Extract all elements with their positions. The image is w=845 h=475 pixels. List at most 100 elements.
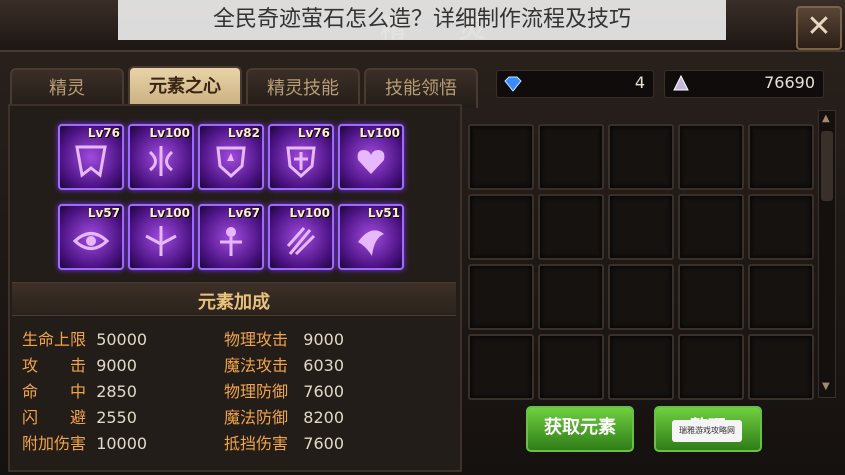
stat-key: 抵挡伤害 xyxy=(224,434,289,453)
crystal-icon xyxy=(673,74,689,91)
element-level: Lv57 xyxy=(87,206,120,220)
tab-skill-insight[interactable]: 技能领悟 xyxy=(364,68,478,108)
stat-row: 魔法攻击 6030 xyxy=(224,352,344,376)
element-level: Lv100 xyxy=(359,126,400,140)
inventory-grid xyxy=(462,108,822,400)
stat-value: 10000 xyxy=(96,434,148,453)
stat-row: 攻 击 9000 xyxy=(22,352,137,376)
overlay-caption: 全民奇迹萤石怎么造？详细制作流程及技巧 xyxy=(118,0,726,40)
stat-row: 魔法防御 8200 xyxy=(224,404,344,428)
heart-icon xyxy=(357,150,385,174)
watermark-logo: 瑞雅游戏攻略网 xyxy=(672,420,742,442)
get-elements-button[interactable]: 获取元素 xyxy=(526,406,634,452)
diamond-counter: 4 xyxy=(496,70,654,98)
eye-icon xyxy=(72,232,110,250)
inventory-slot[interactable] xyxy=(748,124,814,190)
inventory-slot[interactable] xyxy=(608,334,674,400)
element-level: Lv76 xyxy=(87,126,120,140)
element-level: Lv51 xyxy=(367,206,400,220)
stat-row: 生命上限 50000 xyxy=(22,326,147,350)
winged-sword-icon xyxy=(145,226,177,256)
stat-value: 6030 xyxy=(303,356,344,375)
element-slot[interactable]: Lv82 xyxy=(198,124,264,190)
inventory-slot[interactable] xyxy=(468,264,534,330)
element-slot[interactable]: Lv100 xyxy=(128,124,194,190)
inventory-slot[interactable] xyxy=(678,124,744,190)
stat-key: 攻 击 xyxy=(22,356,87,375)
stat-row: 命 中 2850 xyxy=(22,378,137,402)
scroll-up-icon[interactable]: ▲ xyxy=(822,113,832,124)
element-slot[interactable]: Lv76 xyxy=(268,124,334,190)
stat-value: 8200 xyxy=(303,408,344,427)
inventory-slot[interactable] xyxy=(468,194,534,260)
stat-value: 2850 xyxy=(96,382,137,401)
element-slot[interactable]: Lv51 xyxy=(338,204,404,270)
stat-value: 7600 xyxy=(303,382,344,401)
element-bonus-header: 元素加成 xyxy=(12,282,456,316)
scroll-down-icon[interactable]: ▼ xyxy=(822,381,832,392)
element-level: Lv100 xyxy=(149,206,190,220)
inventory-slot[interactable] xyxy=(748,264,814,330)
inventory-slot[interactable] xyxy=(468,124,534,190)
stat-row: 抵挡伤害 7600 xyxy=(224,430,344,454)
stat-key: 魔法攻击 xyxy=(224,356,289,375)
inventory-slot[interactable] xyxy=(748,334,814,400)
inventory-slot[interactable] xyxy=(538,334,604,400)
stat-key: 闪 避 xyxy=(22,408,87,427)
cross-shield-icon xyxy=(286,146,316,179)
tab-spirit-skill[interactable]: 精灵技能 xyxy=(246,68,360,108)
inventory-scrollbar[interactable]: ▲ ▼ xyxy=(818,110,836,398)
axe-icon xyxy=(148,146,174,176)
element-level: Lv100 xyxy=(149,126,190,140)
stat-key: 物理攻击 xyxy=(224,330,289,349)
mantle-icon xyxy=(75,145,107,178)
stat-value: 9000 xyxy=(303,330,344,349)
claw-icon xyxy=(286,227,316,256)
element-slot[interactable]: Lv100 xyxy=(338,124,404,190)
element-level: Lv100 xyxy=(289,206,330,220)
game-window: 精 灵 全民奇迹萤石怎么造？详细制作流程及技巧 ✕ 精灵 元素之心 精灵技能 技… xyxy=(0,0,845,475)
stat-key: 生命上限 xyxy=(22,330,87,349)
inventory-slot[interactable] xyxy=(468,334,534,400)
element-level: Lv67 xyxy=(227,206,260,220)
inventory-slot[interactable] xyxy=(678,334,744,400)
stat-row: 附加伤害 10000 xyxy=(22,430,147,454)
crystal-value: 76690 xyxy=(764,73,815,92)
element-slot[interactable]: Lv76 xyxy=(58,124,124,190)
stat-value: 9000 xyxy=(96,356,137,375)
stat-key: 附加伤害 xyxy=(22,434,87,453)
inventory-slot[interactable] xyxy=(538,124,604,190)
element-level: Lv82 xyxy=(227,126,260,140)
crystal-counter: 76690 xyxy=(664,70,824,98)
stat-key: 魔法防御 xyxy=(224,408,289,427)
stat-row: 闪 避 2550 xyxy=(22,404,137,428)
tab-spirit[interactable]: 精灵 xyxy=(10,68,124,108)
inventory-slot[interactable] xyxy=(608,264,674,330)
inventory-slot[interactable] xyxy=(608,124,674,190)
inventory-slot[interactable] xyxy=(608,194,674,260)
close-button[interactable]: ✕ xyxy=(796,6,842,50)
stat-key: 命 中 xyxy=(22,382,87,401)
inventory-slot[interactable] xyxy=(538,194,604,260)
section-title: 元素加成 xyxy=(198,292,270,313)
element-slot[interactable]: Lv100 xyxy=(128,204,194,270)
element-level: Lv76 xyxy=(297,126,330,140)
inventory-slot[interactable] xyxy=(678,194,744,260)
diamond-icon xyxy=(504,76,522,92)
stat-row: 物理防御 7600 xyxy=(224,378,344,402)
diamond-value: 4 xyxy=(634,73,645,92)
stat-row: 物理攻击 9000 xyxy=(224,326,344,350)
wing-icon xyxy=(358,230,384,256)
star-shield-icon xyxy=(216,146,246,179)
inventory-slot[interactable] xyxy=(538,264,604,330)
scepter-icon xyxy=(220,227,242,256)
element-slot[interactable]: Lv67 xyxy=(198,204,264,270)
element-slot[interactable]: Lv100 xyxy=(268,204,334,270)
element-slot[interactable]: Lv57 xyxy=(58,204,124,270)
stat-value: 50000 xyxy=(96,330,148,349)
stat-value: 7600 xyxy=(303,434,344,453)
inventory-slot[interactable] xyxy=(748,194,814,260)
inventory-slot[interactable] xyxy=(678,264,744,330)
stat-key: 物理防御 xyxy=(224,382,289,401)
scroll-thumb[interactable] xyxy=(821,131,833,201)
